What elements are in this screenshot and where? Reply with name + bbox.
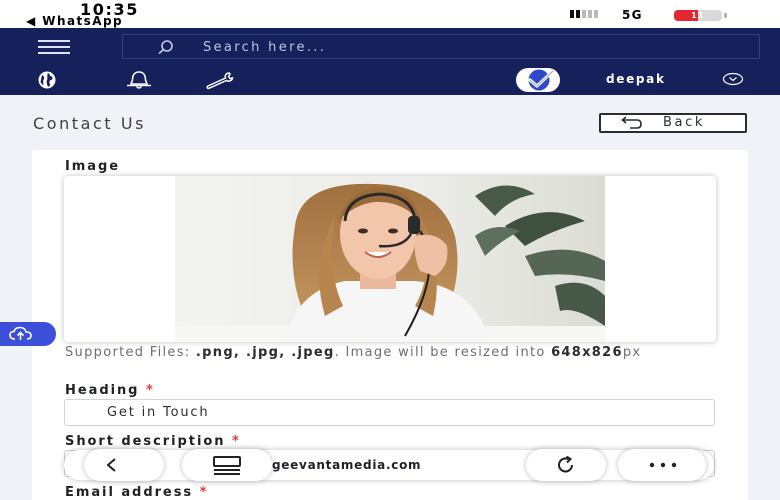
upload-fab[interactable] bbox=[0, 322, 56, 346]
brand-logo bbox=[516, 68, 560, 92]
short-description-label: Short description * bbox=[65, 434, 241, 449]
cloud-upload-icon bbox=[9, 326, 32, 340]
signal-strength-icon bbox=[570, 10, 598, 18]
app-header: deepak bbox=[0, 28, 780, 95]
chevron-down-icon[interactable] bbox=[722, 72, 744, 86]
tabs-icon bbox=[213, 456, 241, 475]
battery-level: 11 bbox=[691, 11, 705, 20]
preview-photo bbox=[175, 176, 605, 342]
search-input[interactable] bbox=[203, 38, 723, 56]
browser-toolbar: geevantamedia.com bbox=[64, 449, 714, 481]
url-text: geevantamedia.com bbox=[272, 458, 422, 472]
username[interactable]: deepak bbox=[606, 72, 666, 86]
bell-icon[interactable] bbox=[124, 70, 154, 90]
network-type: 5G bbox=[622, 8, 643, 22]
check-logo-icon bbox=[528, 69, 555, 91]
reload-button[interactable] bbox=[526, 449, 606, 481]
back-button-label: Back bbox=[663, 115, 705, 130]
reload-icon bbox=[558, 456, 573, 473]
page-title: Contact Us bbox=[33, 114, 146, 133]
tabs-button[interactable] bbox=[182, 449, 272, 481]
menu-icon[interactable] bbox=[38, 40, 70, 54]
battery-icon: 11 bbox=[674, 10, 722, 21]
heading-input[interactable] bbox=[64, 399, 715, 426]
email-label: Email address * bbox=[65, 485, 209, 500]
more-icon bbox=[649, 462, 677, 468]
heading-label: Heading * bbox=[65, 383, 155, 398]
contact-form-card: Image Supported Files: .png, .jpg, .jpeg… bbox=[32, 150, 748, 500]
back-button[interactable]: Back bbox=[599, 113, 747, 133]
more-button[interactable] bbox=[618, 449, 706, 481]
globe-icon[interactable] bbox=[37, 70, 57, 90]
search-icon bbox=[158, 40, 173, 55]
search-box bbox=[122, 34, 760, 59]
browser-back-button[interactable] bbox=[84, 449, 164, 481]
image-label: Image bbox=[65, 159, 121, 174]
back-arrow-icon bbox=[621, 116, 642, 129]
battery-tip bbox=[724, 13, 727, 18]
wrench-icon[interactable] bbox=[202, 70, 238, 90]
supported-files-hint: Supported Files: .png, .jpg, .jpeg. Imag… bbox=[65, 345, 642, 360]
status-bar: 10:35 ◀ WhatsApp 5G 11 bbox=[0, 0, 780, 28]
image-upload-preview[interactable] bbox=[64, 176, 716, 342]
back-icon bbox=[106, 458, 116, 472]
back-to-app-link[interactable]: ◀ WhatsApp bbox=[26, 14, 123, 28]
